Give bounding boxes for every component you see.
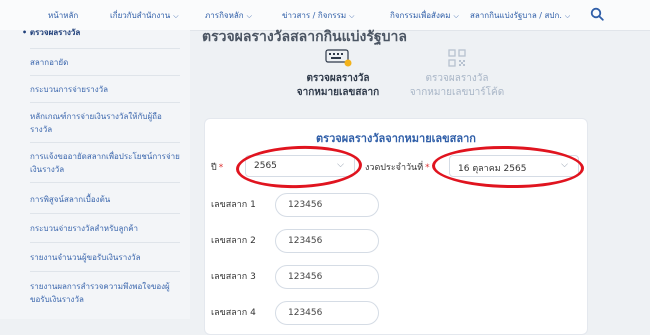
sidebar-item-payout-process[interactable]: กระบวนการจ่ายรางวัล <box>30 83 180 96</box>
sidebar: • ตรวจผลรางวัล สลากอายัด กระบวนการจ่ายรา… <box>0 28 190 319</box>
divider <box>30 271 180 272</box>
tab-line-1: ตรวจผลรางวัล <box>425 73 489 84</box>
divider <box>30 242 180 243</box>
nav-label: หน้าหลัก <box>48 11 79 20</box>
nav-item-about[interactable]: เกี่ยวกับสำนักงาน ⌵ <box>110 9 179 22</box>
sidebar-item-lottery-verification[interactable]: การพิสูจน์สลากเบื้องต้น <box>30 193 180 206</box>
year-label-text: ปี <box>211 163 217 173</box>
nav-item-lottery-office[interactable]: สลากกินแบ่งรัฐบาล / สปก. ⌵ <box>470 9 570 22</box>
chevron-down-icon: ⌵ <box>453 12 459 20</box>
lottery-number-2-input[interactable]: 123456 <box>275 229 379 253</box>
qr-code-icon <box>448 49 466 67</box>
divider <box>30 142 180 143</box>
nav-item-news[interactable]: ข่าวสาร / กิจกรรม ⌵ <box>282 9 354 22</box>
divider <box>30 102 180 103</box>
page-title: ตรวจผลรางวัลสลากกินแบ่งรัฐบาล <box>202 29 407 45</box>
lottery-number-4-label: เลขสลาก 4 <box>211 308 256 318</box>
chevron-down-icon: ⌵ <box>349 12 355 20</box>
divider <box>30 48 180 49</box>
nav-item-home[interactable]: หน้าหลัก <box>48 9 78 22</box>
divider <box>30 213 180 214</box>
lottery-number-3-input[interactable]: 123456 <box>275 265 379 289</box>
tab-check-by-number[interactable]: ตรวจผลรางวัล จากหมายเลขสลาก <box>288 48 388 100</box>
year-label: ปี * <box>211 160 223 174</box>
sidebar-item-check-results[interactable]: • ตรวจผลรางวัล <box>22 26 172 39</box>
nav-label: สลากกินแบ่งรัฐบาล / สปก. <box>470 11 562 20</box>
nav-item-missions[interactable]: ภารกิจหลัก ⌵ <box>205 9 252 22</box>
chevron-down-icon: ⌵ <box>246 12 252 20</box>
lottery-number-1-label: เลขสลาก 1 <box>211 200 256 210</box>
chevron-down-icon: ⌵ <box>173 12 179 20</box>
form-title: ตรวจผลรางวัลจากหมายเลขสลาก <box>316 132 476 145</box>
required-mark: * <box>425 163 430 173</box>
sidebar-item-customer-payout[interactable]: กระบวนจ่ายรางวัลสำหรับลูกค้า <box>30 222 180 235</box>
required-mark: * <box>218 163 224 173</box>
nav-label: ภารกิจหลัก <box>205 11 244 20</box>
tab-check-by-barcode[interactable]: ตรวจผลรางวัล จากหมายเลขบาร์โค้ด <box>402 48 512 100</box>
draw-date-label: งวดประจำวันที่ * <box>365 160 430 174</box>
nav-label: ข่าวสาร / กิจกรรม <box>282 11 347 20</box>
search-icon[interactable] <box>590 7 604 21</box>
sidebar-item-payout-criteria[interactable]: หลักเกณฑ์การจ่ายเงินรางวัลให้กับผู้ถือรา… <box>30 110 180 136</box>
sidebar-item-satisfaction-report[interactable]: รายงานผลการสำรวจความพึงพอใจของผู้ขอรับเง… <box>30 280 180 306</box>
keyboard-icon <box>325 49 352 67</box>
tab-line-2: จากหมายเลขบาร์โค้ด <box>409 87 505 98</box>
nav-label: เกี่ยวกับสำนักงาน <box>110 11 171 20</box>
sidebar-item-seizure-request[interactable]: การแจ้งขออายัดสลากเพื่อประโยชน์การจ่ายเง… <box>30 150 180 176</box>
sidebar-item-seized-lottery[interactable]: สลากอายัด <box>30 56 180 69</box>
divider <box>30 75 180 76</box>
lottery-number-2-label: เลขสลาก 2 <box>211 236 256 246</box>
divider <box>30 182 180 183</box>
tab-line-1: ตรวจผลรางวัล <box>306 73 370 84</box>
nav-item-csr[interactable]: กิจกรรมเพื่อสังคม ⌵ <box>390 9 459 22</box>
lottery-number-1-input[interactable]: 123456 <box>275 193 379 217</box>
draw-date-label-text: งวดประจำวันที่ <box>365 163 424 173</box>
sidebar-item-claimant-report[interactable]: รายงานจำนวนผู้ขอรับเงินรางวัล <box>30 251 180 264</box>
lottery-number-4-input[interactable]: 123456 <box>275 301 379 325</box>
chevron-down-icon: ⌵ <box>564 12 571 20</box>
lottery-number-3-label: เลขสลาก 3 <box>211 272 256 282</box>
tab-line-2: จากหมายเลขสลาก <box>296 87 380 98</box>
main-content: ตรวจผลรางวัลสลากกินแบ่งรัฐบาล ตรวจผลรางว… <box>190 29 650 335</box>
nav-label: กิจกรรมเพื่อสังคม <box>390 11 451 20</box>
